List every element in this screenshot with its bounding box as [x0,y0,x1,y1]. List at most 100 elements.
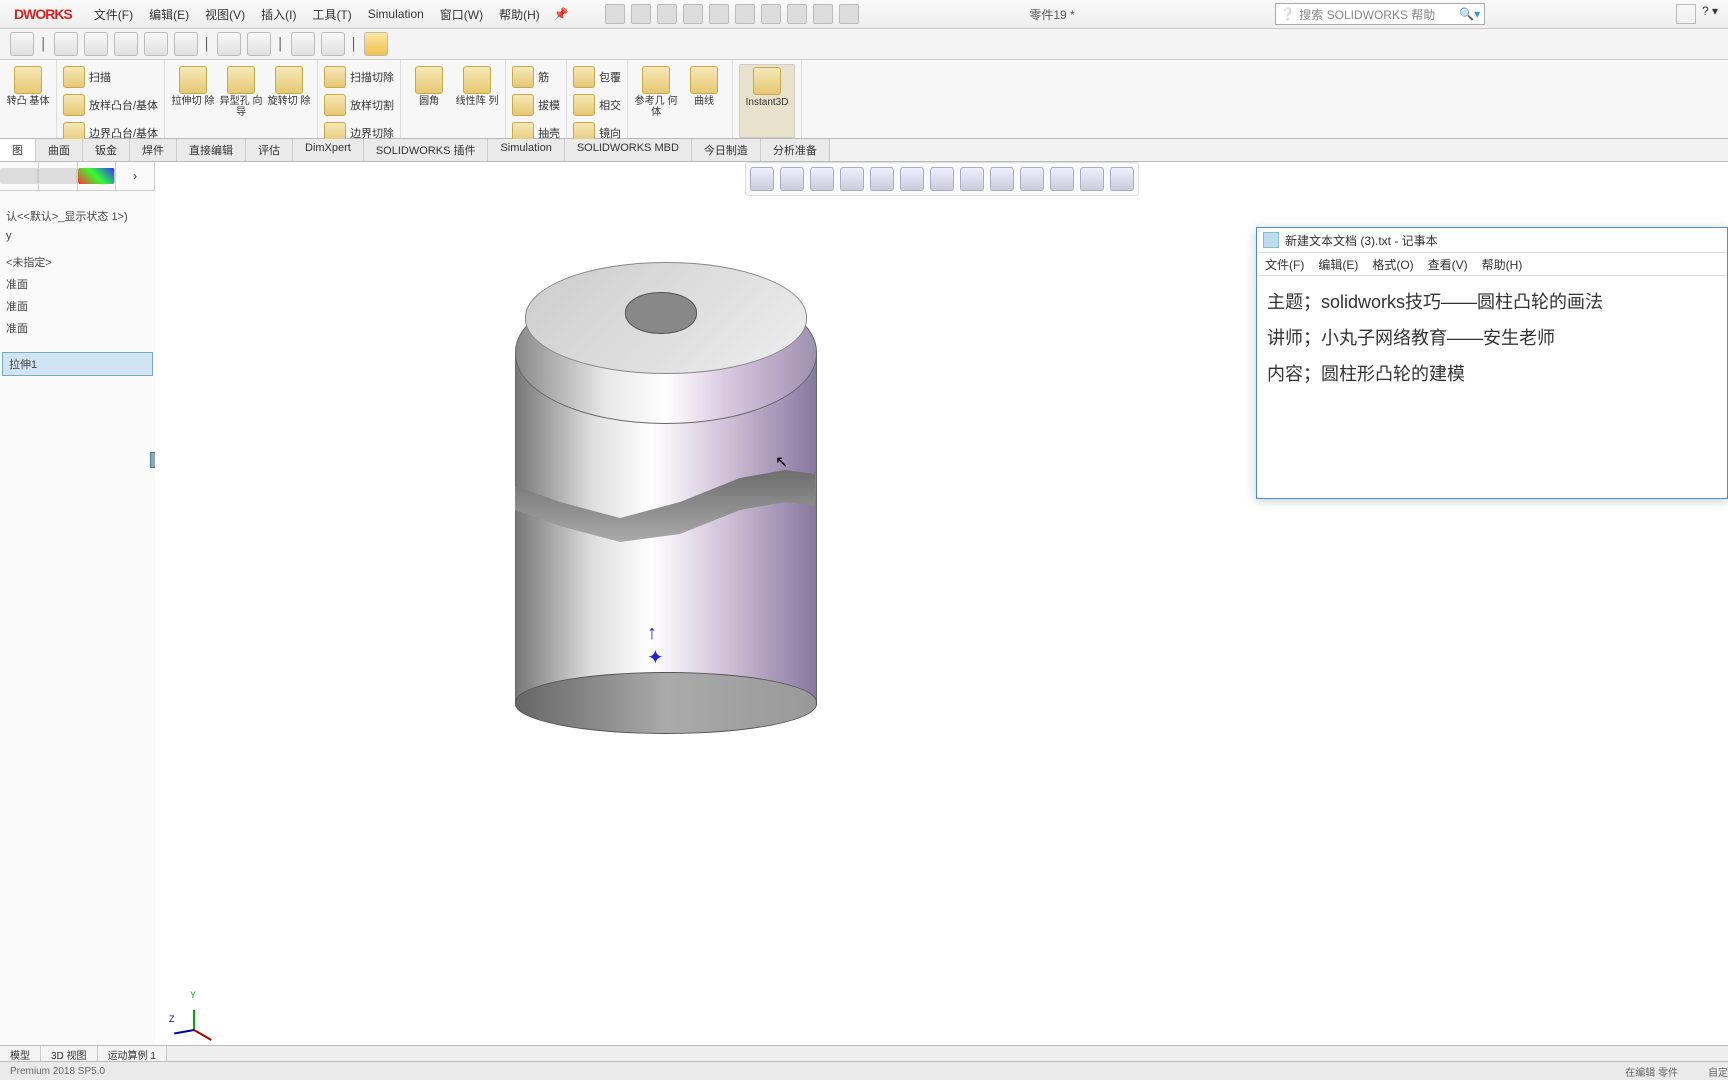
notepad-titlebar[interactable]: 新建文本文档 (3).txt - 记事本 [1257,228,1727,253]
appearance-btn-icon[interactable] [960,167,984,191]
np-menu-file[interactable]: 文件(F) [1265,256,1304,273]
tree-plane[interactable]: 准面 [0,295,155,317]
section-icon[interactable] [840,167,864,191]
menu-file[interactable]: 文件(F) [86,6,141,23]
settings-icon[interactable] [839,4,859,24]
options-icon[interactable] [813,4,833,24]
loft-cut-button[interactable]: 放样切割 [324,92,394,118]
intersect-button[interactable]: 相交 [573,92,621,118]
fillet-button[interactable]: 圆角 [407,64,451,107]
measure-icon[interactable] [364,32,388,56]
loft-button[interactable]: 放样凸台/基体 [63,92,158,118]
view-orient-icon[interactable] [870,167,894,191]
menu-view[interactable]: 视图(V) [197,6,253,23]
panel-expand[interactable]: › [116,162,155,190]
qa-icon-7[interactable] [217,32,241,56]
save-icon[interactable] [683,4,703,24]
search-icon[interactable]: 🔍▾ [1459,7,1480,21]
qa-icon-8[interactable] [247,32,271,56]
render-icon[interactable] [1050,167,1074,191]
tab-evaluate[interactable]: 评估 [246,139,293,161]
undo-icon[interactable] [735,4,755,24]
tree-material[interactable]: <未指定> [0,251,155,273]
btab-model[interactable]: 模型 [0,1046,41,1062]
tab-mbd[interactable]: SOLIDWORKS MBD [565,139,692,161]
notepad-window[interactable]: 新建文本文档 (3).txt - 记事本 文件(F) 编辑(E) 格式(O) 查… [1256,227,1728,499]
curves-button[interactable]: 曲线 [682,64,726,107]
draft-button[interactable]: 拔模 [512,92,560,118]
view-settings-icon[interactable] [1020,167,1044,191]
print-icon[interactable] [709,4,729,24]
scene-icon[interactable] [990,167,1014,191]
panel-tab-1[interactable] [0,162,39,190]
rib-button[interactable]: 筋 [512,64,549,90]
tab-sheetmetal[interactable]: 钣金 [83,139,130,161]
tree-plane[interactable]: 准面 [0,273,155,295]
tab-surface[interactable]: 曲面 [36,139,83,161]
extrude-cut-button[interactable]: 拉伸切 除 [171,64,215,107]
qa-icon-9[interactable] [291,32,315,56]
revolve-cut-button[interactable]: 旋转切 除 [267,64,311,107]
tab-analysis[interactable]: 分析准备 [761,139,830,161]
hole-wizard-button[interactable]: 异型孔 向导 [219,64,263,118]
tree-extrude1[interactable]: 拉伸1 [2,352,153,376]
sweep-button[interactable]: 扫描 [63,64,111,90]
sweep-cut-button[interactable]: 扫描切除 [324,64,394,90]
tab-weldment[interactable]: 焊件 [130,139,177,161]
np-menu-edit[interactable]: 编辑(E) [1318,256,1358,273]
menu-edit[interactable]: 编辑(E) [141,6,197,23]
zoom-area-icon[interactable] [780,167,804,191]
qa-icon-10[interactable] [321,32,345,56]
qa-icon-5[interactable] [144,32,168,56]
panel-tab-2[interactable] [39,162,78,190]
boss-base-button[interactable]: 转凸 基体 [6,64,50,107]
btab-3dview[interactable]: 3D 视图 [41,1046,98,1062]
qa-icon-2[interactable] [54,32,78,56]
display-icon[interactable] [1110,167,1134,191]
tab-feature[interactable]: 图 [0,139,36,161]
np-menu-format[interactable]: 格式(O) [1372,256,1413,273]
home-icon[interactable] [605,4,625,24]
prev-view-icon[interactable] [810,167,834,191]
new-icon[interactable] [631,4,651,24]
qa-icon-6[interactable] [174,32,198,56]
np-menu-view[interactable]: 查看(V) [1428,256,1468,273]
tree-item[interactable] [0,345,155,351]
tab-dimxpert[interactable]: DimXpert [293,139,364,161]
qa-icon-3[interactable] [84,32,108,56]
zoom-fit-icon[interactable] [750,167,774,191]
tree-display-state[interactable]: 认<<默认>_显示状态 1>) [0,205,155,227]
apply-scene-icon[interactable] [1080,167,1104,191]
btab-motion[interactable]: 运动算例 1 [98,1046,167,1062]
display-style-icon[interactable] [900,167,924,191]
hide-show-icon[interactable] [930,167,954,191]
tab-today[interactable]: 今日制造 [692,139,761,161]
viewport[interactable]: ↑✦ ↖ Y Z 新建文本文档 (3).txt - 记事本 文件(F) 编辑(E… [155,162,1728,1050]
tab-direct[interactable]: 直接编辑 [177,139,246,161]
select-icon[interactable] [761,4,781,24]
open-icon[interactable] [657,4,677,24]
user-icon[interactable] [1676,4,1696,24]
linear-pattern-button[interactable]: 线性阵 列 [455,64,499,107]
panel-tab-3[interactable] [78,162,117,190]
qa-icon-4[interactable] [114,32,138,56]
ref-geom-button[interactable]: 参考几 何体 [634,64,678,118]
np-menu-help[interactable]: 帮助(H) [1482,256,1523,273]
instant3d-button[interactable]: Instant3D [739,64,795,138]
qa-icon-1[interactable] [10,32,34,56]
tree-plane[interactable]: 准面 [0,317,155,339]
rebuild-icon[interactable] [787,4,807,24]
menu-insert[interactable]: 插入(I) [253,6,304,23]
help-button[interactable]: ? ▾ [1702,4,1718,24]
menu-tools[interactable]: 工具(T) [304,6,359,23]
tab-addins[interactable]: SOLIDWORKS 插件 [364,139,489,161]
notepad-body[interactable]: 主题；solidworks技巧——圆柱凸轮的画法 讲师；小丸子网络教育——安生老… [1257,276,1727,400]
menu-simulation[interactable]: Simulation [360,7,432,21]
tab-sim[interactable]: Simulation [488,139,564,161]
view-triad[interactable]: Y Z [175,1000,215,1040]
tree-item[interactable]: y [0,227,155,245]
menu-window[interactable]: 窗口(W) [432,6,491,23]
wrap-button[interactable]: 包覆 [573,64,621,90]
search-input[interactable]: ❔ 搜索 SOLIDWORKS 帮助 🔍▾ [1275,3,1485,25]
menu-help[interactable]: 帮助(H) [491,6,548,23]
